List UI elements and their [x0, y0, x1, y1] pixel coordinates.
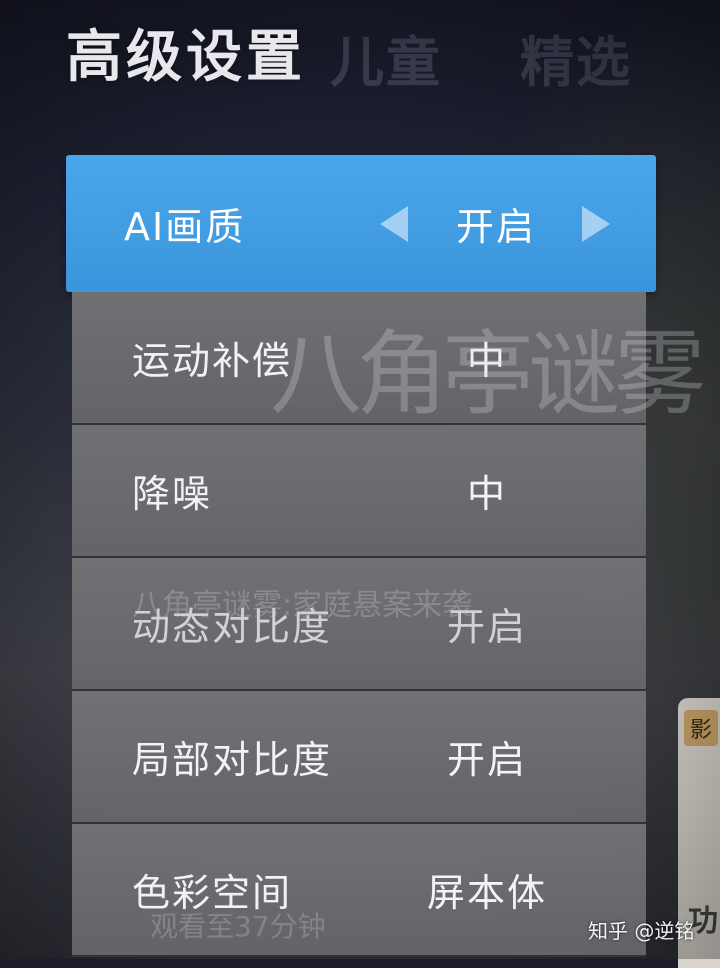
menu-item-label: 运动补偿	[132, 339, 293, 383]
menu-item-motion-compensation[interactable]: 运动补偿 中	[72, 292, 646, 425]
menu-item-value: 开启	[446, 738, 527, 782]
menu-item-label: 降噪	[132, 472, 213, 516]
menu-item-value: 屏本体	[426, 871, 547, 915]
triangle-right-icon[interactable]	[582, 205, 610, 242]
menu-item-value: 中	[466, 472, 507, 516]
triangle-left-icon[interactable]	[380, 205, 408, 242]
zhihu-watermark: 知乎 @逆铭	[588, 919, 695, 943]
menu-item-value: 开启	[455, 205, 536, 249]
menu-item-color-space[interactable]: 色彩空间 屏本体	[72, 824, 646, 957]
advanced-settings-menu: AI画质 开启 运动补偿 中 降噪 中 动态对比度 开启 局部对比度 开启 色彩…	[66, 155, 656, 957]
menu-item-value: 开启	[446, 605, 527, 649]
menu-item-label: 局部对比度	[132, 738, 333, 782]
menu-item-value: 中	[466, 339, 507, 383]
menu-item-label: 色彩空间	[132, 871, 293, 915]
menu-item-label: AI画质	[124, 205, 246, 249]
menu-item-ai-picture-quality[interactable]: AI画质 开启	[66, 155, 656, 292]
menu-item-noise-reduction[interactable]: 降噪 中	[72, 425, 646, 558]
menu-item-dynamic-contrast[interactable]: 动态对比度 开启	[72, 558, 646, 691]
menu-item-label: 动态对比度	[132, 605, 333, 649]
page-title: 高级设置	[66, 25, 306, 90]
menu-item-local-contrast[interactable]: 局部对比度 开启	[72, 691, 646, 824]
